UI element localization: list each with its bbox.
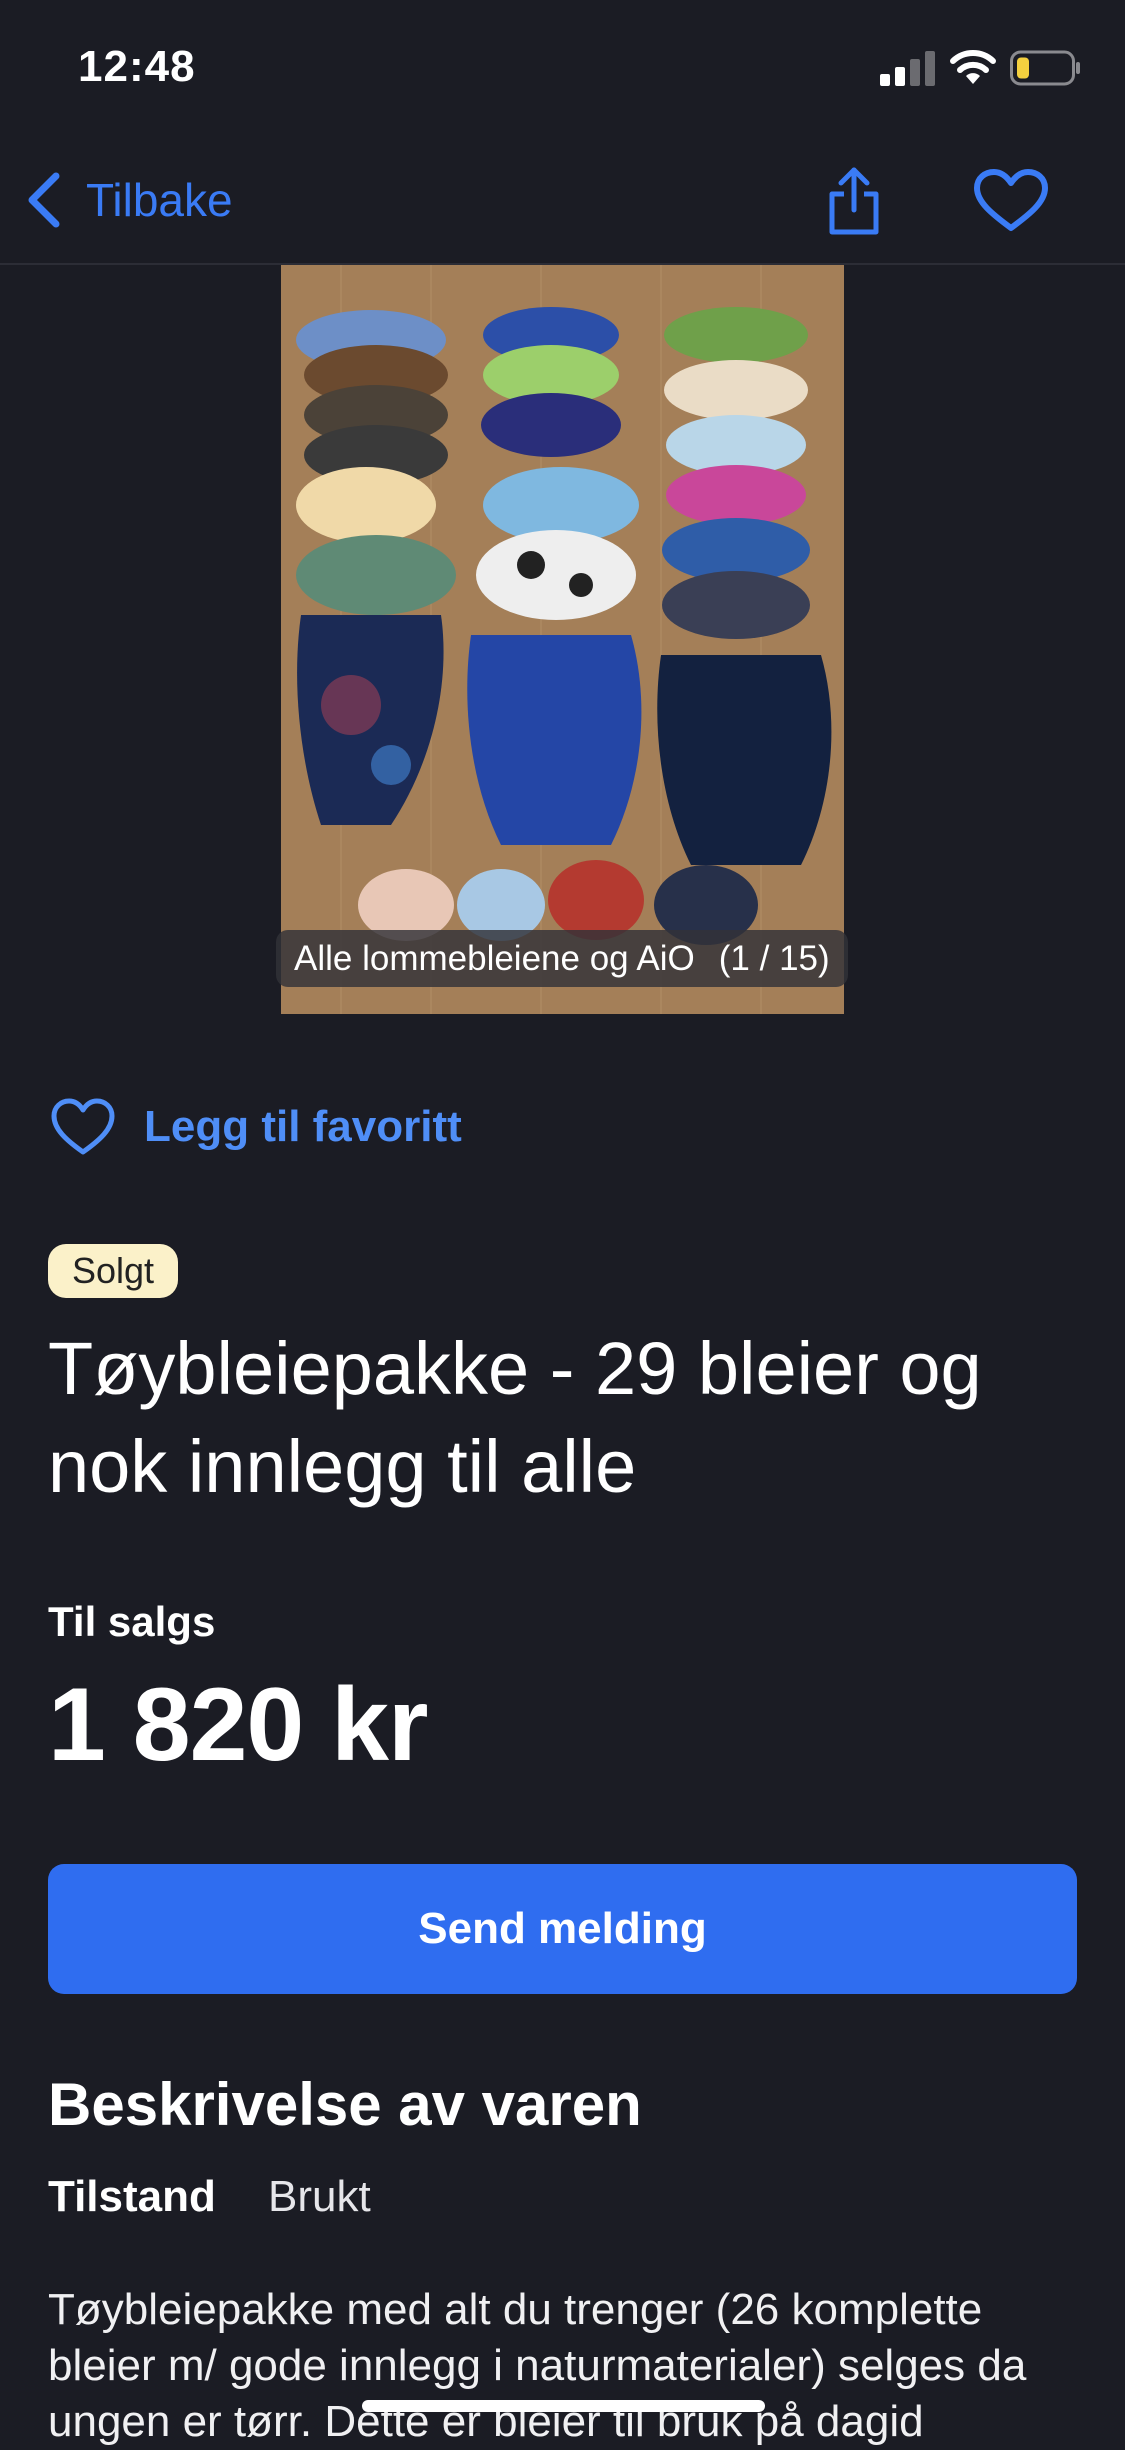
description-text: Tøybleiepakke med alt du trenger (26 kom…	[48, 2285, 1027, 2446]
send-message-button[interactable]: Send melding	[48, 1864, 1077, 1994]
add-favorite-link[interactable]: Legg til favoritt	[50, 1092, 462, 1162]
status-badge: Solgt	[48, 1244, 179, 1298]
sale-type-label: Til salgs	[48, 1598, 216, 1645]
status-time: 12:48	[78, 42, 196, 91]
price: 1 820 kr	[48, 1667, 428, 1783]
battery-icon	[1010, 50, 1080, 86]
add-favorite-label: Legg til favoritt	[144, 1102, 462, 1151]
product-image[interactable]	[281, 265, 844, 1014]
image-counter: (1 / 15)	[718, 938, 830, 978]
condition-label: Tilstand	[48, 2172, 216, 2221]
back-button[interactable]: Tilbake	[24, 168, 233, 232]
listing-title: Tøybleiepakke - 29 bleier og nok innlegg…	[48, 1327, 982, 1508]
home-indicator[interactable]	[362, 2400, 765, 2412]
back-label: Tilbake	[86, 174, 233, 226]
cellular-signal-icon	[880, 51, 935, 86]
chevron-left-icon	[28, 172, 60, 228]
description-heading: Beskrivelse av varen	[48, 2071, 642, 2138]
heart-outline-icon	[51, 1098, 115, 1155]
wifi-icon	[950, 50, 996, 84]
heart-icon[interactable]	[972, 168, 1050, 234]
image-caption: Alle lommebleiene og AiO (1 / 15)	[276, 930, 848, 987]
share-icon[interactable]	[826, 166, 882, 236]
caption-text: Alle lommebleiene og AiO	[294, 938, 695, 978]
condition-value: Brukt	[268, 2172, 371, 2221]
